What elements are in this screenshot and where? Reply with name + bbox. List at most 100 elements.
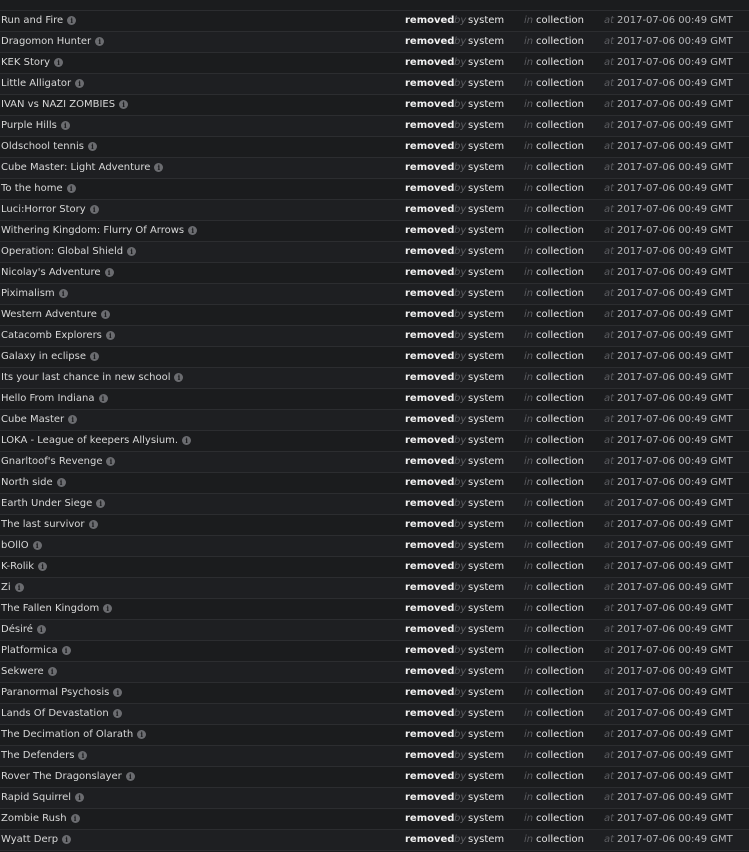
target-link[interactable]: collection xyxy=(536,242,584,262)
game-title-link[interactable]: Its your last chance in new school i xyxy=(1,368,184,388)
target-link[interactable]: collection xyxy=(536,200,584,220)
target-link[interactable]: collection xyxy=(536,305,584,325)
info-icon[interactable]: i xyxy=(75,793,85,802)
info-icon[interactable]: i xyxy=(66,184,76,193)
game-title-link[interactable]: The Fallen Kingdom i xyxy=(1,599,113,619)
game-title-link[interactable]: bOllO i xyxy=(1,536,42,556)
info-icon[interactable]: i xyxy=(98,394,108,403)
info-icon[interactable]: i xyxy=(14,583,24,592)
target-link[interactable]: collection xyxy=(536,410,584,430)
info-icon[interactable]: i xyxy=(95,37,105,46)
target-link[interactable]: collection xyxy=(536,452,584,472)
info-icon[interactable]: i xyxy=(32,541,42,550)
game-title-link[interactable]: Lands Of Devastation i xyxy=(1,704,122,724)
game-title-link[interactable]: The Decimation of Olarath i xyxy=(1,725,147,745)
game-title-link[interactable]: Hello From Indiana i xyxy=(1,389,108,409)
game-title-link[interactable]: Rover The Dragonslayer i xyxy=(1,767,135,787)
target-link[interactable]: collection xyxy=(536,95,584,115)
target-link[interactable]: collection xyxy=(536,767,584,787)
info-icon[interactable]: i xyxy=(56,478,66,487)
target-link[interactable]: collection xyxy=(536,557,584,577)
info-icon[interactable]: i xyxy=(68,415,78,424)
target-link[interactable]: collection xyxy=(536,116,584,136)
target-link[interactable]: collection xyxy=(536,263,584,283)
game-title-link[interactable]: Platformica i xyxy=(1,641,71,661)
info-icon[interactable]: i xyxy=(106,457,116,466)
target-link[interactable]: collection xyxy=(536,746,584,766)
info-icon[interactable]: i xyxy=(88,520,98,529)
target-link[interactable]: collection xyxy=(536,599,584,619)
game-title-link[interactable]: Cube Master i xyxy=(1,410,78,430)
info-icon[interactable]: i xyxy=(47,667,57,676)
game-title-link[interactable]: Dragomon Hunter i xyxy=(1,32,105,52)
info-icon[interactable]: i xyxy=(100,310,110,319)
game-title-link[interactable]: Gnarltoof's Revenge i xyxy=(1,452,116,472)
target-link[interactable]: collection xyxy=(536,221,584,241)
target-link[interactable]: collection xyxy=(536,284,584,304)
info-icon[interactable]: i xyxy=(75,79,85,88)
info-icon[interactable]: i xyxy=(62,835,72,844)
game-title-link[interactable]: Cube Master: Light Adventure i xyxy=(1,158,164,178)
target-link[interactable]: collection xyxy=(536,641,584,661)
game-title-link[interactable]: Nicolay's Adventure i xyxy=(1,263,114,283)
game-title-link[interactable]: Withering Kingdom: Flurry Of Arrows i xyxy=(1,221,198,241)
game-title-link[interactable]: North side i xyxy=(1,473,66,493)
info-icon[interactable]: i xyxy=(38,562,48,571)
game-title-link[interactable]: Oldschool tennis i xyxy=(1,137,97,157)
info-icon[interactable]: i xyxy=(61,646,71,655)
info-icon[interactable]: i xyxy=(87,142,97,151)
target-link[interactable]: collection xyxy=(536,704,584,724)
target-link[interactable]: collection xyxy=(536,368,584,388)
game-title-link[interactable]: Earth Under Siege i xyxy=(1,494,106,514)
game-title-link[interactable]: Operation: Global Shield i xyxy=(1,242,137,262)
target-link[interactable]: collection xyxy=(536,494,584,514)
target-link[interactable]: collection xyxy=(536,830,584,850)
info-icon[interactable]: i xyxy=(90,352,100,361)
target-link[interactable]: collection xyxy=(536,809,584,829)
game-title-link[interactable]: Piximalism i xyxy=(1,284,68,304)
target-link[interactable]: collection xyxy=(536,11,584,31)
target-link[interactable]: collection xyxy=(536,347,584,367)
game-title-link[interactable]: Paranormal Psychosis i xyxy=(1,683,123,703)
info-icon[interactable]: i xyxy=(70,814,80,823)
target-link[interactable]: collection xyxy=(536,158,584,178)
target-link[interactable]: collection xyxy=(536,431,584,451)
info-icon[interactable]: i xyxy=(103,604,113,613)
info-icon[interactable]: i xyxy=(89,205,99,214)
info-icon[interactable]: i xyxy=(58,289,68,298)
target-link[interactable]: collection xyxy=(536,788,584,808)
game-title-link[interactable]: Western Adventure i xyxy=(1,305,110,325)
info-icon[interactable]: i xyxy=(104,268,114,277)
target-link[interactable]: collection xyxy=(536,74,584,94)
info-icon[interactable]: i xyxy=(36,625,46,634)
info-icon[interactable]: i xyxy=(96,499,106,508)
game-title-link[interactable]: The Defenders i xyxy=(1,746,88,766)
info-icon[interactable]: i xyxy=(105,331,115,340)
target-link[interactable]: collection xyxy=(536,32,584,52)
info-icon[interactable]: i xyxy=(113,688,123,697)
info-icon[interactable]: i xyxy=(78,751,88,760)
game-title-link[interactable]: Catacomb Explorers i xyxy=(1,326,115,346)
game-title-link[interactable]: K-Rolik i xyxy=(1,557,48,577)
info-icon[interactable]: i xyxy=(127,247,137,256)
target-link[interactable]: collection xyxy=(536,725,584,745)
info-icon[interactable]: i xyxy=(67,16,77,25)
info-icon[interactable]: i xyxy=(125,772,135,781)
info-icon[interactable]: i xyxy=(112,709,122,718)
target-link[interactable]: collection xyxy=(536,53,584,73)
target-link[interactable]: collection xyxy=(536,536,584,556)
target-link[interactable]: collection xyxy=(536,578,584,598)
target-link[interactable]: collection xyxy=(536,137,584,157)
game-title-link[interactable]: The last survivor i xyxy=(1,515,98,535)
game-title-link[interactable]: Little Alligator i xyxy=(1,74,85,94)
info-icon[interactable]: i xyxy=(188,226,198,235)
target-link[interactable]: collection xyxy=(536,683,584,703)
game-title-link[interactable]: Run and Fire i xyxy=(1,11,77,31)
target-link[interactable]: collection xyxy=(536,389,584,409)
info-icon[interactable]: i xyxy=(60,121,70,130)
game-title-link[interactable]: LOKA - League of keepers Allysium. i xyxy=(1,431,192,451)
game-title-link[interactable]: Rapid Squirrel i xyxy=(1,788,85,808)
target-link[interactable]: collection xyxy=(536,515,584,535)
game-title-link[interactable]: Sekwere i xyxy=(1,662,57,682)
game-title-link[interactable]: To the home i xyxy=(1,179,76,199)
